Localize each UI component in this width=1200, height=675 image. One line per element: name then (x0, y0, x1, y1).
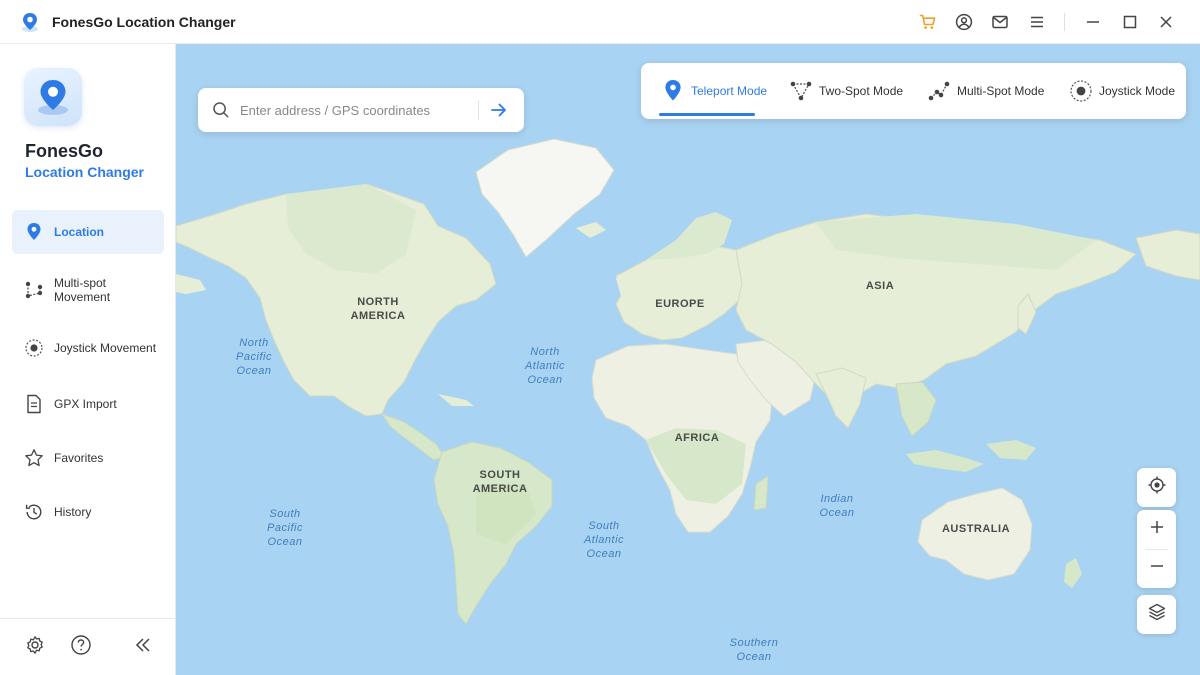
zoom-out-button[interactable] (1137, 549, 1176, 588)
file-icon (24, 394, 44, 414)
continent-label-africa: AFRICA (674, 432, 720, 444)
sidebar-item-label: History (54, 505, 92, 519)
ocean-label-north-atlantic: North Atlantic Ocean (524, 346, 566, 386)
multi-spot-icon (927, 79, 951, 103)
sidebar-item-multi-spot[interactable]: Multi-spot Movement (12, 268, 164, 312)
joystick-icon (1069, 79, 1093, 103)
ocean-label-southern: Southern Ocean (729, 637, 779, 663)
sidebar-item-location[interactable]: Location (12, 210, 164, 254)
cart-icon[interactable] (918, 12, 938, 32)
tab-two-spot-mode[interactable]: Two-Spot Mode (789, 63, 903, 119)
mode-label: Multi-Spot Mode (957, 84, 1045, 98)
location-pin-icon (661, 79, 685, 103)
menu-icon[interactable] (1027, 12, 1047, 32)
mode-label: Two-Spot Mode (819, 84, 904, 98)
gear-icon[interactable] (24, 634, 46, 656)
sidebar-item-history[interactable]: History (12, 490, 164, 534)
sidebar-item-label: GPX Import (54, 397, 117, 411)
app-logo-icon (19, 11, 41, 33)
titlebar-divider (1064, 13, 1065, 31)
help-icon[interactable] (70, 634, 92, 656)
maximize-icon[interactable] (1120, 12, 1140, 32)
sidebar-item-gpx-import[interactable]: GPX Import (12, 382, 164, 426)
ocean-label-south-atlantic: South Atlantic Ocean (583, 520, 625, 560)
mode-label: Joystick Mode (1099, 84, 1176, 98)
active-tab-indicator (659, 113, 755, 116)
close-icon[interactable] (1156, 12, 1176, 32)
brand-name: FonesGo (25, 141, 104, 161)
sidebar-item-joystick[interactable]: Joystick Movement (12, 326, 164, 370)
sidebar-item-label: Joystick Movement (54, 341, 157, 355)
brand-logo-icon (24, 68, 82, 126)
tab-joystick-mode[interactable]: Joystick Mode (1069, 63, 1175, 119)
brand-subtitle: Location Changer (25, 164, 145, 180)
zoom-controls (1137, 510, 1176, 588)
zoom-in-button[interactable] (1137, 510, 1176, 549)
sidebar-item-favorites[interactable]: Favorites (12, 436, 164, 480)
minimize-icon[interactable] (1083, 12, 1103, 32)
mode-label: Teleport Mode (691, 84, 768, 98)
locate-me-button[interactable] (1137, 468, 1176, 507)
map-layers-button[interactable] (1137, 595, 1176, 634)
mode-bar: Teleport Mode Two-Spot Mode Multi-Spot M… (641, 63, 1186, 119)
location-pin-icon (24, 222, 44, 242)
sidebar-item-label: Location (54, 225, 104, 239)
search-box (198, 88, 524, 132)
joystick-icon (24, 338, 44, 358)
mail-icon[interactable] (990, 12, 1010, 32)
ocean-label-indian: Indian Ocean (819, 493, 855, 519)
tab-multi-spot-mode[interactable]: Multi-Spot Mode (927, 63, 1044, 119)
arrow-right-icon[interactable] (488, 99, 510, 121)
continent-label-australia: AUSTRALIA (941, 523, 1011, 535)
multi-spot-icon (24, 280, 44, 300)
star-icon (24, 448, 44, 468)
layers-icon (1147, 602, 1167, 627)
world-map-graphic (176, 138, 1200, 625)
collapse-icon[interactable] (132, 634, 154, 656)
continent-label-north-america: NORTH AMERICA (350, 296, 406, 322)
ocean-label-south-pacific: South Pacific Ocean (267, 508, 303, 548)
app-title: FonesGo Location Changer (52, 14, 236, 30)
tab-teleport-mode[interactable]: Teleport Mode (661, 63, 767, 119)
sidebar-divider (0, 618, 176, 619)
ocean-label-north-pacific: North Pacific Ocean (236, 337, 272, 377)
search-icon (212, 101, 230, 119)
two-spot-icon (789, 79, 813, 103)
continent-label-south-america: SOUTH AMERICA (472, 469, 528, 495)
minus-icon (1149, 558, 1165, 579)
search-input[interactable] (240, 98, 470, 122)
account-icon[interactable] (954, 12, 974, 32)
plus-icon (1149, 519, 1165, 540)
history-icon (24, 502, 44, 522)
world-map[interactable]: NORTH AMERICA EUROPE ASIA AFRICA SOUTH AME… (176, 44, 1200, 675)
continent-label-asia: ASIA (865, 280, 895, 292)
search-divider (478, 100, 479, 120)
sidebar: FonesGo Location Changer Location Multi-… (0, 44, 176, 675)
title-bar: FonesGo Location Changer (0, 0, 1200, 44)
continent-label-europe: EUROPE (655, 298, 705, 310)
sidebar-item-label: Multi-spot Movement (54, 276, 111, 304)
crosshair-icon (1147, 475, 1167, 500)
sidebar-item-label: Favorites (54, 451, 104, 465)
